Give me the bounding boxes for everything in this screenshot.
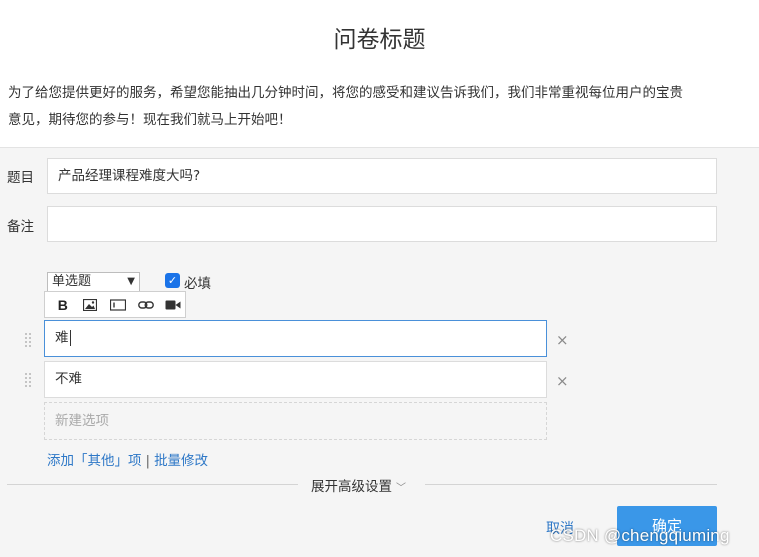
option-actions: 添加「其他」项 | 批量修改 [47, 449, 208, 469]
question-note-input[interactable] [47, 206, 717, 242]
textbox-icon[interactable] [106, 295, 130, 315]
advanced-settings-label: 展开高级设置 [311, 479, 392, 495]
survey-header: 问卷标题 为了给您提供更好的服务，希望您能抽出几分钟时间，将您的感受和建议告诉我… [0, 0, 759, 148]
bold-icon[interactable]: B [51, 295, 75, 315]
new-option-input[interactable]: 新建选项 [44, 402, 547, 440]
bold-glyph: B [57, 296, 68, 313]
option-input[interactable]: 不难 [44, 361, 547, 398]
question-editor: 题目 产品经理课程难度大吗? 备注 单选题 ▼ ✓ 必填 B 难 × 不难 × … [0, 148, 759, 557]
required-checkbox[interactable]: ✓ [165, 273, 180, 288]
expand-advanced-settings[interactable]: 展开高级设置 ﹀ [311, 475, 406, 495]
option-text: 不难 [55, 371, 82, 387]
video-icon[interactable] [161, 295, 185, 315]
advanced-divider-right [425, 484, 717, 485]
survey-title[interactable]: 问卷标题 [0, 20, 759, 54]
intro-line-2: 意见，期待您的参与！现在我们就马上开始吧！ [8, 112, 292, 128]
batch-edit-link[interactable]: 批量修改 [154, 453, 208, 469]
option-input[interactable]: 难 [44, 320, 547, 357]
intro-line-1: 为了给您提供更好的服务，希望您能抽出几分钟时间，将您的感受和建议告诉我们，我们非… [8, 85, 683, 101]
chevron-down-icon: ﹀ [396, 483, 406, 494]
link-separator: | [145, 453, 151, 469]
question-type-select[interactable]: 单选题 ▼ [47, 272, 140, 292]
question-title-input[interactable]: 产品经理课程难度大吗? [47, 158, 717, 194]
required-label: 必填 [184, 276, 211, 292]
option-text: 难 [55, 330, 69, 346]
rich-text-toolbar: B [44, 291, 186, 318]
link-icon[interactable] [134, 295, 158, 315]
survey-intro[interactable]: 为了给您提供更好的服务，希望您能抽出几分钟时间，将您的感受和建议告诉我们，我们非… [8, 80, 723, 134]
remove-option-icon[interactable]: × [556, 331, 569, 349]
watermark: CSDN @chengqiuming [550, 526, 730, 545]
chevron-down-icon: ▼ [127, 276, 135, 287]
question-note-label: 备注 [7, 219, 34, 235]
text-caret [69, 330, 71, 346]
add-other-option-link[interactable]: 添加「其他」项 [47, 453, 142, 469]
question-type-value: 单选题 [52, 274, 92, 289]
remove-option-icon[interactable]: × [556, 372, 569, 390]
drag-handle-icon[interactable] [25, 333, 33, 349]
drag-handle-icon[interactable] [25, 373, 33, 389]
advanced-divider-left [7, 484, 298, 485]
image-icon[interactable] [79, 295, 103, 315]
question-title-label: 题目 [7, 170, 34, 186]
